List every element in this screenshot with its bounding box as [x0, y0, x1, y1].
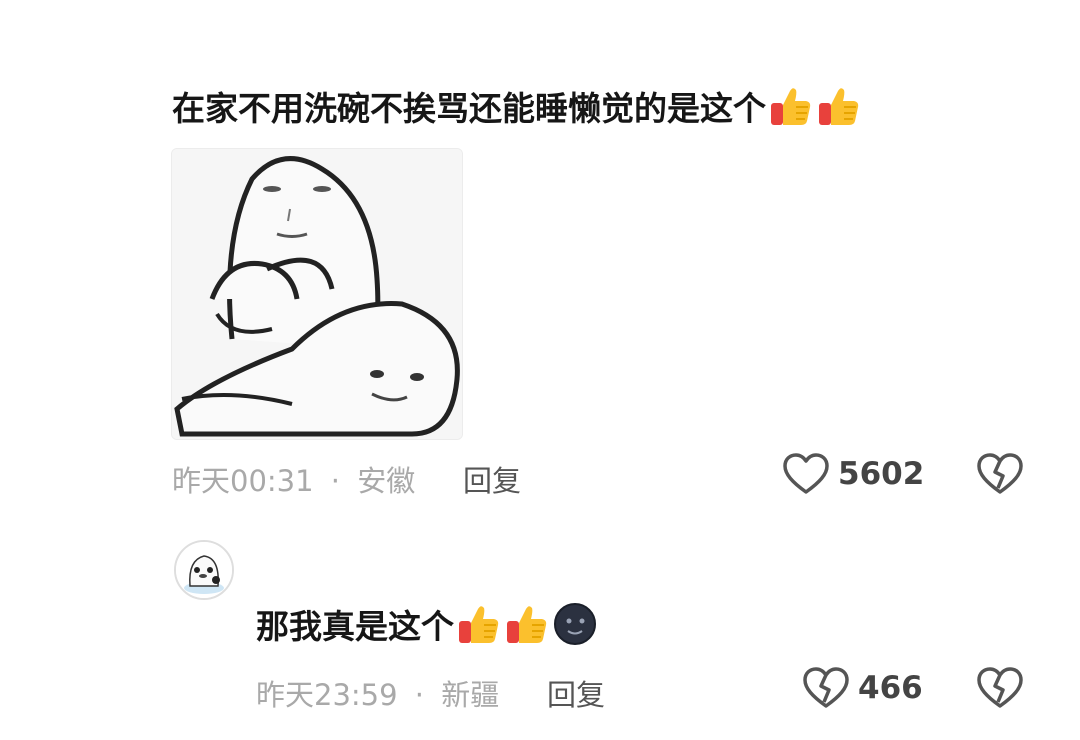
comment-reply-button[interactable]: 回复	[463, 458, 521, 500]
comment-dislike-button[interactable]	[976, 452, 1024, 496]
reply-like-button[interactable]: 466	[802, 666, 923, 710]
meme-sticker-image[interactable]	[171, 148, 463, 440]
meta-separator: ·	[330, 464, 341, 498]
reply-location: 新疆	[441, 678, 500, 712]
comment-text: 在家不用洗碗不挨骂还能睡懒觉的是这个	[172, 82, 862, 130]
thumbs-up-icon	[816, 83, 862, 129]
reply-dislike-button[interactable]	[976, 666, 1024, 710]
broken-heart-icon	[802, 666, 850, 710]
reply-text: 那我真是这个	[256, 600, 598, 648]
reply-reply-button[interactable]: 回复	[547, 672, 605, 714]
thumbs-up-icon	[768, 83, 814, 129]
meta-separator: ·	[414, 678, 425, 712]
reply-body: 那我真是这个	[256, 607, 454, 646]
comment-location: 安徽	[357, 464, 416, 498]
comment-time: 昨天00:31	[172, 464, 314, 498]
reply-meta: 昨天23:59 · 新疆	[256, 672, 499, 714]
comment-body: 在家不用洗碗不挨骂还能睡懒觉的是这个	[172, 89, 766, 128]
heart-icon	[782, 452, 830, 496]
reply-user-avatar[interactable]	[174, 540, 234, 600]
reply-like-count: 466	[858, 670, 923, 706]
new-moon-face-icon	[552, 601, 598, 647]
thumbs-up-icon	[504, 601, 550, 647]
comment-like-button[interactable]: 5602	[782, 452, 924, 496]
comment-like-count: 5602	[838, 456, 925, 492]
broken-heart-icon	[976, 452, 1024, 496]
broken-heart-icon	[976, 666, 1024, 710]
thumbs-up-icon	[456, 601, 502, 647]
comment-meta: 昨天00:31 · 安徽	[172, 458, 415, 500]
reply-time: 昨天23:59	[256, 678, 398, 712]
